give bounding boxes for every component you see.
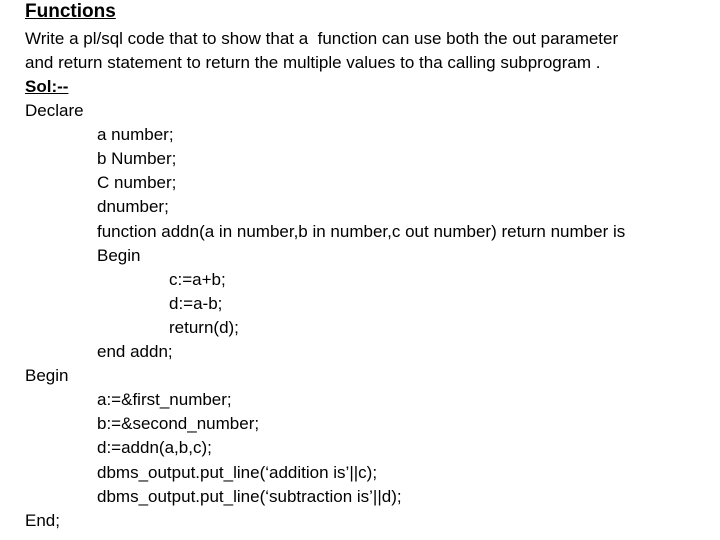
code-line: a:=&first_number; xyxy=(97,390,232,410)
code-line: dnumber; xyxy=(97,197,169,217)
code-line: function addn(a in number,b in number,c … xyxy=(97,221,626,241)
code-line: end addn; xyxy=(97,342,173,361)
code-line: d:=addn(a,b,c); xyxy=(97,438,212,458)
code-line: Begin xyxy=(97,245,141,265)
code-line: Declare xyxy=(25,101,84,120)
code-line: a number; xyxy=(97,125,174,145)
solution-label: Sol:-- xyxy=(25,77,69,96)
code-line: return(d); xyxy=(169,317,239,337)
code-line: c:=a+b; xyxy=(169,269,226,289)
code-line: b:=&second_number; xyxy=(97,414,260,434)
code-line: Begin xyxy=(25,366,69,386)
page-title: Functions xyxy=(25,1,116,22)
code-line: C number; xyxy=(97,173,177,193)
code-line: dbms_output.put_line(‘subtraction is’||d… xyxy=(97,486,402,506)
code-line: b Number; xyxy=(97,149,177,169)
question-line-2: and return statement to return the multi… xyxy=(25,53,601,72)
code-line: End; xyxy=(25,510,60,530)
code-line: d:=a-b; xyxy=(169,293,223,313)
code-line: dbms_output.put_line(‘addition is’||c); xyxy=(97,462,378,482)
question-line-1: Write a pl/sql code that to show that a … xyxy=(25,29,619,48)
